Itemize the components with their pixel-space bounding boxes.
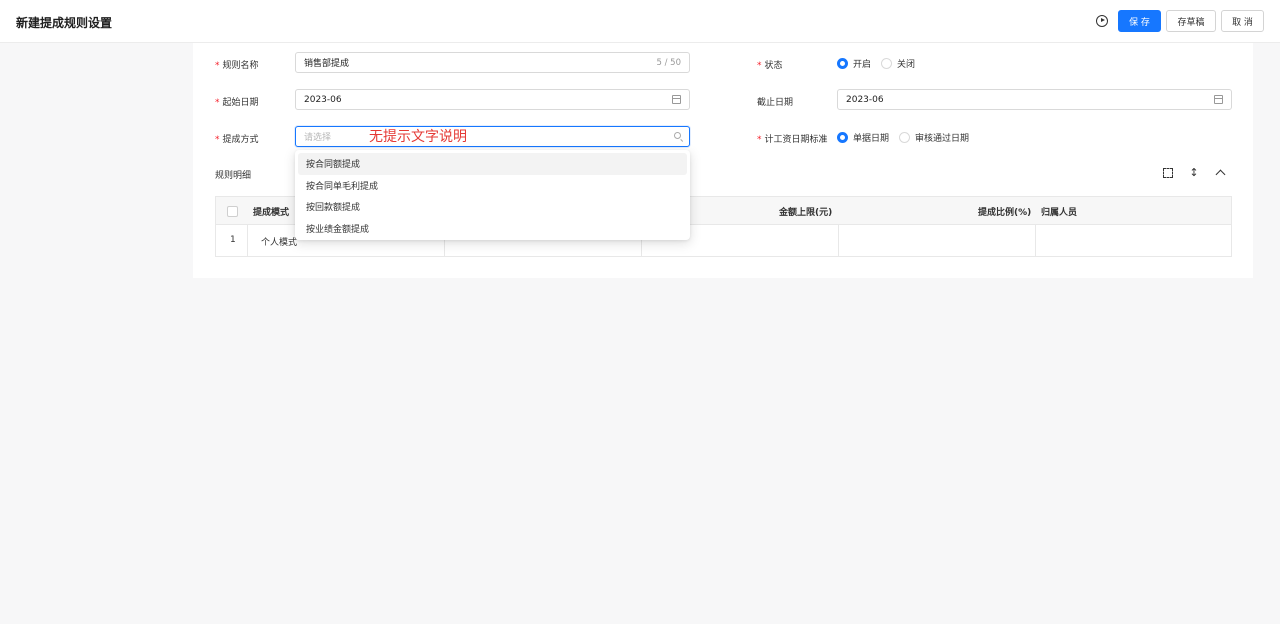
end-date-label: 截止日期 bbox=[757, 98, 794, 108]
method-dropdown: 按合同额提成 按合同单毛利提成 按回款额提成 按业绩金额提成 bbox=[295, 150, 690, 240]
page-header: 新建提成规则设置 保 存 存草稿 取 消 bbox=[0, 0, 1280, 43]
radio-checked-icon bbox=[837, 132, 848, 143]
start-date-picker[interactable]: 2023-06 bbox=[295, 89, 690, 110]
cancel-button[interactable]: 取 消 bbox=[1221, 10, 1264, 32]
column-header-ratio: 提成比例(%) bbox=[978, 208, 1032, 218]
rule-name-value: 销售部提成 bbox=[304, 59, 350, 69]
status-label: * 状态 bbox=[757, 61, 783, 71]
save-draft-button[interactable]: 存草稿 bbox=[1166, 10, 1216, 32]
search-icon bbox=[674, 132, 681, 139]
approval-date-radio[interactable]: 审核通过日期 bbox=[899, 131, 969, 144]
salary-date-standard-label: * 计工资日期标准 bbox=[757, 135, 828, 145]
required-mark: * bbox=[215, 135, 220, 145]
end-date-value: 2023-06 bbox=[846, 94, 884, 105]
page-title: 新建提成规则设置 bbox=[16, 16, 113, 30]
row-height-icon[interactable]: ↕ bbox=[1188, 167, 1200, 179]
rule-details-label: 规则明细 bbox=[215, 171, 252, 181]
rule-name-input[interactable]: 销售部提成 5 / 50 bbox=[295, 52, 690, 73]
calendar-icon bbox=[1214, 95, 1223, 104]
status-off-radio[interactable]: 关闭 bbox=[881, 57, 915, 70]
annotation-text: 无提示文字说明 bbox=[369, 129, 467, 145]
required-mark: * bbox=[215, 98, 220, 108]
radio-checked-icon bbox=[837, 58, 848, 69]
select-all-checkbox[interactable] bbox=[227, 206, 238, 217]
rule-name-label: * 规则名称 bbox=[215, 61, 259, 71]
char-count: 5 / 50 bbox=[656, 58, 682, 68]
column-header-amount-cap: 金额上限(元) bbox=[779, 208, 833, 218]
dropdown-option-contract-amount[interactable]: 按合同额提成 bbox=[298, 153, 687, 175]
column-header-assignee: 归属人员 bbox=[1041, 208, 1078, 218]
start-date-label: * 起始日期 bbox=[215, 98, 259, 108]
fullscreen-icon[interactable] bbox=[1162, 167, 1174, 179]
row-mode-cell[interactable]: 个人模式 bbox=[261, 235, 297, 248]
salary-date-radio-group: 单据日期 审核通过日期 bbox=[837, 131, 979, 144]
method-select[interactable]: 请选择 bbox=[295, 126, 690, 147]
start-date-value: 2023-06 bbox=[304, 94, 342, 105]
end-date-picker[interactable]: 2023-06 bbox=[837, 89, 1232, 110]
required-mark: * bbox=[757, 61, 762, 71]
radio-unchecked-icon bbox=[899, 132, 911, 143]
calendar-icon bbox=[672, 95, 681, 104]
status-radio-group: 开启 关闭 bbox=[837, 57, 925, 70]
row-index: 1 bbox=[230, 235, 236, 245]
required-mark: * bbox=[757, 135, 762, 145]
method-placeholder: 请选择 bbox=[304, 133, 332, 143]
dropdown-option-performance-amount[interactable]: 按业绩金额提成 bbox=[298, 218, 687, 240]
method-label: * 提成方式 bbox=[215, 135, 259, 145]
radio-unchecked-icon bbox=[881, 58, 893, 69]
status-on-radio[interactable]: 开启 bbox=[837, 57, 871, 70]
column-header-mode: 提成模式 bbox=[253, 208, 290, 218]
play-circle-icon[interactable] bbox=[1096, 15, 1108, 27]
dropdown-option-contract-gross-profit[interactable]: 按合同单毛利提成 bbox=[298, 175, 687, 197]
dropdown-option-collection-amount[interactable]: 按回款额提成 bbox=[298, 196, 687, 218]
document-date-radio[interactable]: 单据日期 bbox=[837, 131, 889, 144]
chevron-up-icon[interactable] bbox=[1215, 167, 1227, 179]
save-button[interactable]: 保 存 bbox=[1118, 10, 1161, 32]
required-mark: * bbox=[215, 61, 220, 71]
